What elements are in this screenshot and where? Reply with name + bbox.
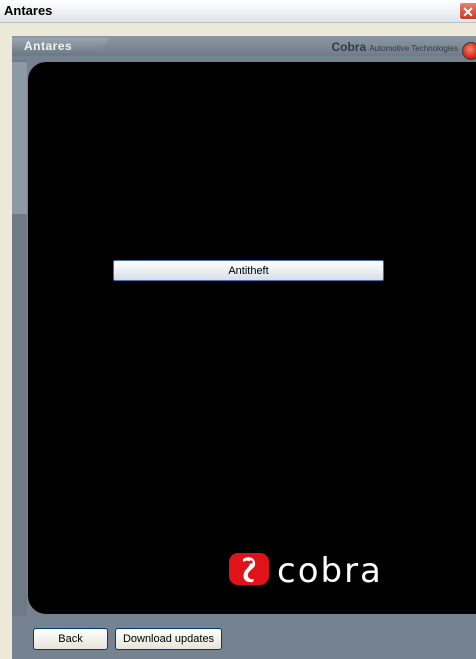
window-title: Antares xyxy=(4,3,53,18)
brand-label: Cobra Automotive Technologies xyxy=(331,40,458,54)
tab-antares-label: Antares xyxy=(24,39,73,53)
close-icon: ✕ xyxy=(462,4,474,20)
cobra-wordmark: cobra xyxy=(277,551,383,591)
antitheft-button[interactable]: Antitheft xyxy=(113,260,384,281)
scrollbar-thumb[interactable] xyxy=(12,62,27,214)
main-screen xyxy=(28,62,476,614)
brand-name: Cobra xyxy=(331,40,367,54)
title-bar: Antares ✕ xyxy=(0,0,476,23)
close-button[interactable]: ✕ xyxy=(459,2,476,20)
brand-tagline: Automotive Technologies xyxy=(369,44,458,53)
back-button[interactable]: Back xyxy=(33,628,108,650)
cobra-logo-icon xyxy=(229,553,269,585)
download-updates-button[interactable]: Download updates xyxy=(115,628,222,650)
status-led-icon xyxy=(462,42,476,60)
